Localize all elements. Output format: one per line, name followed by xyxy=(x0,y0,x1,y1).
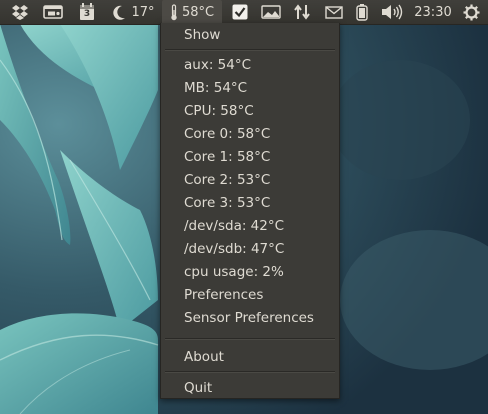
sound-indicator[interactable] xyxy=(379,0,405,24)
menu-separator xyxy=(165,338,335,340)
sensor-item-core2[interactable]: Core 2: 53°C xyxy=(184,169,270,191)
checkbox-icon xyxy=(232,4,248,20)
thermometer-icon xyxy=(171,3,177,20)
menu-item-preferences[interactable]: Preferences xyxy=(184,284,263,306)
power-indicator[interactable] xyxy=(352,0,372,24)
volume-icon xyxy=(382,4,403,20)
weather-temperature: 17° xyxy=(131,4,155,20)
weather-indicator[interactable]: 17° xyxy=(110,0,158,24)
sensor-item-cpu-usage[interactable]: cpu usage: 2% xyxy=(184,261,284,283)
network-indicator[interactable] xyxy=(291,0,313,24)
sensor-item-sdb[interactable]: /dev/sdb: 47°C xyxy=(184,238,284,260)
calendar-indicator[interactable]: 3 xyxy=(74,0,100,24)
moon-icon xyxy=(113,5,126,20)
display-icon xyxy=(43,5,63,19)
session-indicator[interactable] xyxy=(460,0,482,24)
menu-item-sensor-preferences[interactable]: Sensor Preferences xyxy=(184,307,314,329)
menu-item-about[interactable]: About xyxy=(184,346,224,368)
sensor-indicator[interactable]: 58°C xyxy=(162,0,222,24)
sensor-item-mb[interactable]: MB: 54°C xyxy=(184,77,247,99)
sensor-item-core3[interactable]: Core 3: 53°C xyxy=(184,192,270,214)
dropbox-icon xyxy=(12,5,28,20)
display-indicator[interactable] xyxy=(40,0,66,24)
tasks-indicator[interactable] xyxy=(229,0,251,24)
menu-separator xyxy=(165,49,335,51)
sensor-menu: Show aux: 54°C MB: 54°C CPU: 58°C Core 0… xyxy=(160,23,340,399)
clock-indicator[interactable]: 23:30 xyxy=(412,0,454,24)
sensor-item-core1[interactable]: Core 1: 58°C xyxy=(184,146,270,168)
transfer-arrows-icon xyxy=(294,4,310,20)
clock: 23:30 xyxy=(414,4,452,20)
sensor-item-aux[interactable]: aux: 54°C xyxy=(184,54,251,76)
sensor-item-cpu[interactable]: CPU: 58°C xyxy=(184,100,254,122)
sensor-item-core0[interactable]: Core 0: 58°C xyxy=(184,123,270,145)
battery-icon xyxy=(356,3,368,21)
menu-separator xyxy=(165,371,335,373)
menu-item-quit[interactable]: Quit xyxy=(184,377,212,399)
mail-icon xyxy=(325,5,343,19)
landscape-icon xyxy=(261,5,281,19)
dropbox-indicator[interactable] xyxy=(8,0,32,24)
messaging-indicator[interactable] xyxy=(322,0,346,24)
calendar-day: 3 xyxy=(83,9,91,19)
menu-item-show[interactable]: Show xyxy=(184,24,220,46)
sensor-temperature: 58°C xyxy=(181,4,215,20)
top-panel: 3 17° 58°C 23:30 xyxy=(0,0,488,25)
gear-power-icon xyxy=(463,4,479,20)
image-indicator[interactable] xyxy=(258,0,284,24)
sensor-item-sda[interactable]: /dev/sda: 42°C xyxy=(184,215,284,237)
